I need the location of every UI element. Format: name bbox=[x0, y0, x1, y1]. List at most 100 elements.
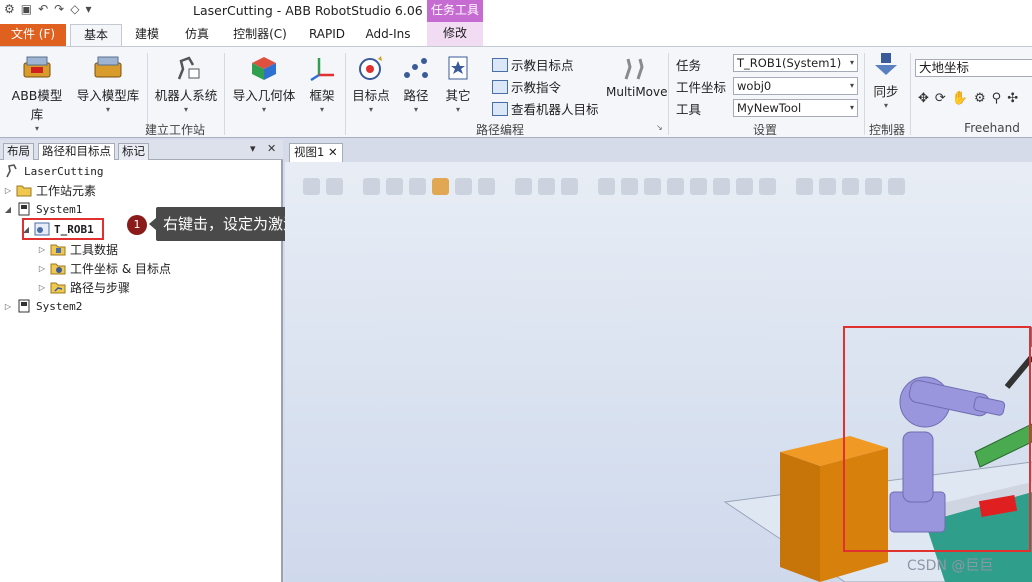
step-number-badge: 1 bbox=[127, 215, 147, 235]
tool-label: 工具 bbox=[676, 102, 702, 117]
target-icon bbox=[356, 55, 386, 81]
sync-button[interactable]: 同步 ▾ bbox=[868, 51, 904, 110]
group-label-controller: 控制器 bbox=[868, 123, 905, 137]
chevron-down-icon: ▾ bbox=[849, 103, 854, 112]
title-bar: ⚙ ▣ ↶ ↷ ◇ ▾ LaserCutting - ABB RobotStud… bbox=[0, 0, 1032, 22]
tree-node-system1[interactable]: ◢ System1 bbox=[4, 200, 82, 218]
sync-icon bbox=[871, 51, 901, 77]
chevron-down-icon: ▾ bbox=[849, 81, 854, 90]
box-left bbox=[780, 452, 820, 582]
customize-icon[interactable]: ▾ bbox=[85, 2, 91, 16]
close-icon[interactable]: ✕ bbox=[267, 142, 276, 155]
group-label-path-programming: 路径编程 bbox=[475, 123, 524, 137]
robot-station-icon bbox=[4, 164, 20, 178]
save-icon[interactable]: ▣ bbox=[21, 2, 32, 16]
frame-axes-icon bbox=[307, 55, 337, 82]
expand-icon[interactable]: ▷ bbox=[4, 302, 12, 311]
expand-icon[interactable]: ▷ bbox=[38, 245, 46, 254]
wobj-label: 工件坐标 bbox=[676, 80, 727, 95]
path-button[interactable]: 路径 ▾ bbox=[398, 55, 434, 114]
multimove-button[interactable]: MultiMove bbox=[606, 55, 668, 99]
expand-icon[interactable]: ▷ bbox=[38, 283, 46, 292]
tab-paths-targets[interactable]: 路径和目标点 bbox=[38, 143, 115, 160]
undo-icon[interactable]: ↶ bbox=[38, 2, 48, 16]
jog-reorient-icon[interactable]: ✣ bbox=[1007, 91, 1018, 106]
reference-coord-select[interactable]: 大地坐标 bbox=[915, 59, 1032, 77]
teach-instruction-button[interactable]: 示教指令 bbox=[492, 77, 561, 96]
abb-library-icon bbox=[22, 55, 52, 81]
context-tab-group-label: 任务工具 bbox=[427, 0, 483, 22]
robot-system-button[interactable]: 机器人系统 ▾ bbox=[150, 55, 222, 114]
frame-button[interactable]: 框架 ▾ bbox=[304, 55, 340, 114]
tab-addins[interactable]: Add-Ins bbox=[360, 24, 416, 46]
multimove-icon bbox=[620, 55, 650, 81]
panel-tabs: 布局 路径和目标点 标记 ▾ ✕ bbox=[0, 140, 283, 160]
ribbon: ABB模型库 ▾ 导入模型库 ▾ 机器人系统 ▾ 导入几何体 ▾ 框架 ▾ 建立工作站 目… bbox=[0, 46, 1032, 138]
move-icon[interactable]: ✥ bbox=[918, 91, 929, 106]
chevron-down-icon: ▾ bbox=[849, 58, 854, 67]
tree-node-station-elements[interactable]: ▷ 工作站元素 bbox=[4, 181, 96, 199]
hand-icon[interactable]: ✋ bbox=[952, 91, 968, 106]
document-star-icon bbox=[443, 55, 473, 81]
tab-layout[interactable]: 布局 bbox=[3, 143, 34, 160]
dialog-launcher-icon[interactable]: ↘ bbox=[656, 123, 663, 132]
app-logo-icon[interactable]: ⚙ bbox=[4, 2, 15, 16]
group-label-build-station: 建立工作站 bbox=[144, 123, 205, 137]
controller-icon bbox=[16, 202, 32, 216]
robot-system-icon bbox=[171, 55, 201, 81]
tab-rapid[interactable]: RAPID bbox=[305, 24, 349, 46]
teach-instruction-icon bbox=[492, 79, 508, 94]
expand-icon[interactable]: ▷ bbox=[4, 186, 12, 195]
jog-joint-icon[interactable]: ⚙ bbox=[974, 91, 986, 106]
tab-basic[interactable]: 基本 bbox=[70, 24, 122, 46]
wobj-select[interactable]: wobj0 ▾ bbox=[733, 77, 858, 95]
view-robot-target-icon bbox=[492, 101, 508, 116]
tree-node-paths-procedures[interactable]: ▷ 路径与步骤 bbox=[38, 278, 130, 296]
app-title: LaserCutting - ABB RobotStudio 6.06 bbox=[193, 3, 423, 18]
ribbon-tab-row: 文件 (F) 基本 建模 仿真 控制器(C) RAPID Add-Ins bbox=[0, 22, 1032, 46]
tab-modify[interactable]: 修改 bbox=[427, 22, 483, 46]
tab-controller[interactable]: 控制器(C) bbox=[228, 24, 292, 46]
watermark: CSDN @巨巨 bbox=[907, 558, 994, 574]
wobj-icon bbox=[50, 261, 66, 275]
import-library-button[interactable]: 导入模型库 ▾ bbox=[72, 55, 144, 114]
geometry-cube-icon bbox=[249, 55, 279, 81]
tree-node-wobj-targets[interactable]: ▷ 工件坐标 & 目标点 bbox=[38, 259, 171, 277]
path-folder-icon bbox=[50, 280, 66, 294]
group-label-settings: 设置 bbox=[752, 123, 777, 137]
other-button[interactable]: 其它 ▾ bbox=[440, 55, 476, 114]
tool-select[interactable]: MyNewTool ▾ bbox=[733, 99, 858, 117]
tree-node-station[interactable]: LaserCutting bbox=[4, 162, 103, 180]
tab-tags[interactable]: 标记 bbox=[118, 143, 149, 160]
quick-access-toolbar: ⚙ ▣ ↶ ↷ ◇ ▾ bbox=[4, 2, 92, 16]
redo-icon[interactable]: ↷ bbox=[54, 2, 64, 16]
tab-file[interactable]: 文件 (F) bbox=[0, 24, 66, 46]
robot-highlight-frame bbox=[843, 326, 1031, 552]
path-icon bbox=[401, 55, 431, 81]
folder-icon bbox=[16, 183, 32, 197]
jog-linear-icon[interactable]: ⚲ bbox=[992, 91, 1002, 106]
tree-node-system2[interactable]: ▷ System2 bbox=[4, 297, 82, 315]
task-select[interactable]: T_ROB1(System1) ▾ bbox=[733, 54, 858, 72]
import-geometry-button[interactable]: 导入几何体 ▾ bbox=[228, 55, 300, 114]
freehand-tools: ✥ ⟳ ✋ ⚙ ⚲ ✣ bbox=[918, 91, 1018, 106]
tool-data-icon bbox=[50, 242, 66, 256]
tag-icon[interactable]: ◇ bbox=[70, 2, 79, 16]
abb-library-button[interactable]: ABB模型库 ▾ bbox=[6, 55, 68, 133]
expand-icon[interactable]: ▷ bbox=[38, 264, 46, 273]
task-label: 任务 bbox=[676, 58, 702, 73]
close-icon[interactable]: ✕ bbox=[328, 145, 338, 159]
target-button[interactable]: 目标点 ▾ bbox=[350, 55, 392, 114]
tab-view1[interactable]: 视图1 ✕ bbox=[289, 143, 343, 162]
panel-menu-icon[interactable]: ▾ bbox=[250, 142, 256, 155]
tab-simulation[interactable]: 仿真 bbox=[178, 24, 216, 46]
collapse-icon[interactable]: ◢ bbox=[4, 205, 12, 214]
tree-node-tool-data[interactable]: ▷ 工具数据 bbox=[38, 240, 118, 258]
view-robot-target-button[interactable]: 查看机器人目标 bbox=[492, 99, 599, 118]
group-label-freehand: Freehand bbox=[964, 121, 1020, 135]
teach-target-button[interactable]: 示教目标点 bbox=[492, 55, 574, 74]
viewport-tab-row: 视图1 ✕ bbox=[285, 140, 1032, 162]
tab-modeling[interactable]: 建模 bbox=[128, 24, 166, 46]
rotate-icon[interactable]: ⟳ bbox=[935, 91, 946, 106]
task-highlight-box bbox=[22, 218, 104, 240]
